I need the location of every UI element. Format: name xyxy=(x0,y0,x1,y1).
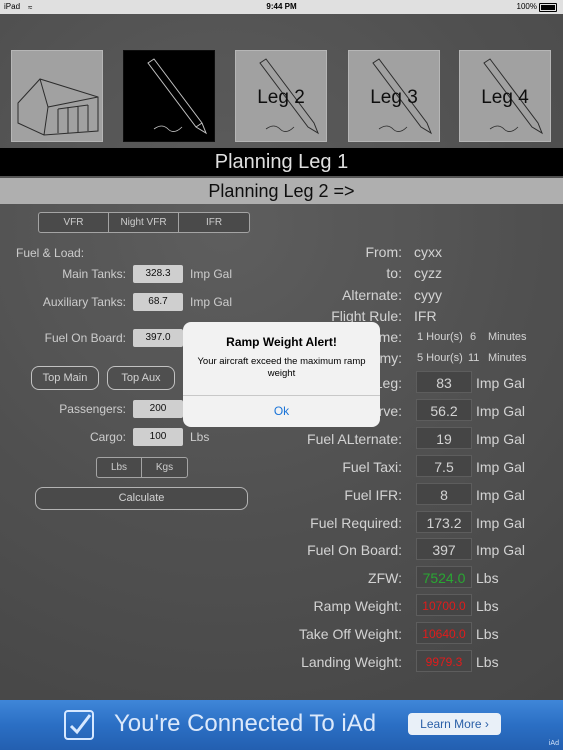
alert-divider xyxy=(183,395,380,396)
iad-mark: iAd xyxy=(548,740,559,747)
ad-text: You're Connected To iAd xyxy=(114,710,377,737)
alert-title: Ramp Weight Alert! xyxy=(226,335,337,349)
ramp-weight-alert: Ramp Weight Alert! Your aircraft exceed … xyxy=(183,322,380,427)
alert-message: Your aircraft exceed the maximum ramp we… xyxy=(197,356,366,379)
learn-more-button[interactable]: Learn More › xyxy=(408,713,501,735)
checkmark-icon xyxy=(64,710,94,740)
alert-ok-button[interactable]: Ok xyxy=(183,404,380,418)
